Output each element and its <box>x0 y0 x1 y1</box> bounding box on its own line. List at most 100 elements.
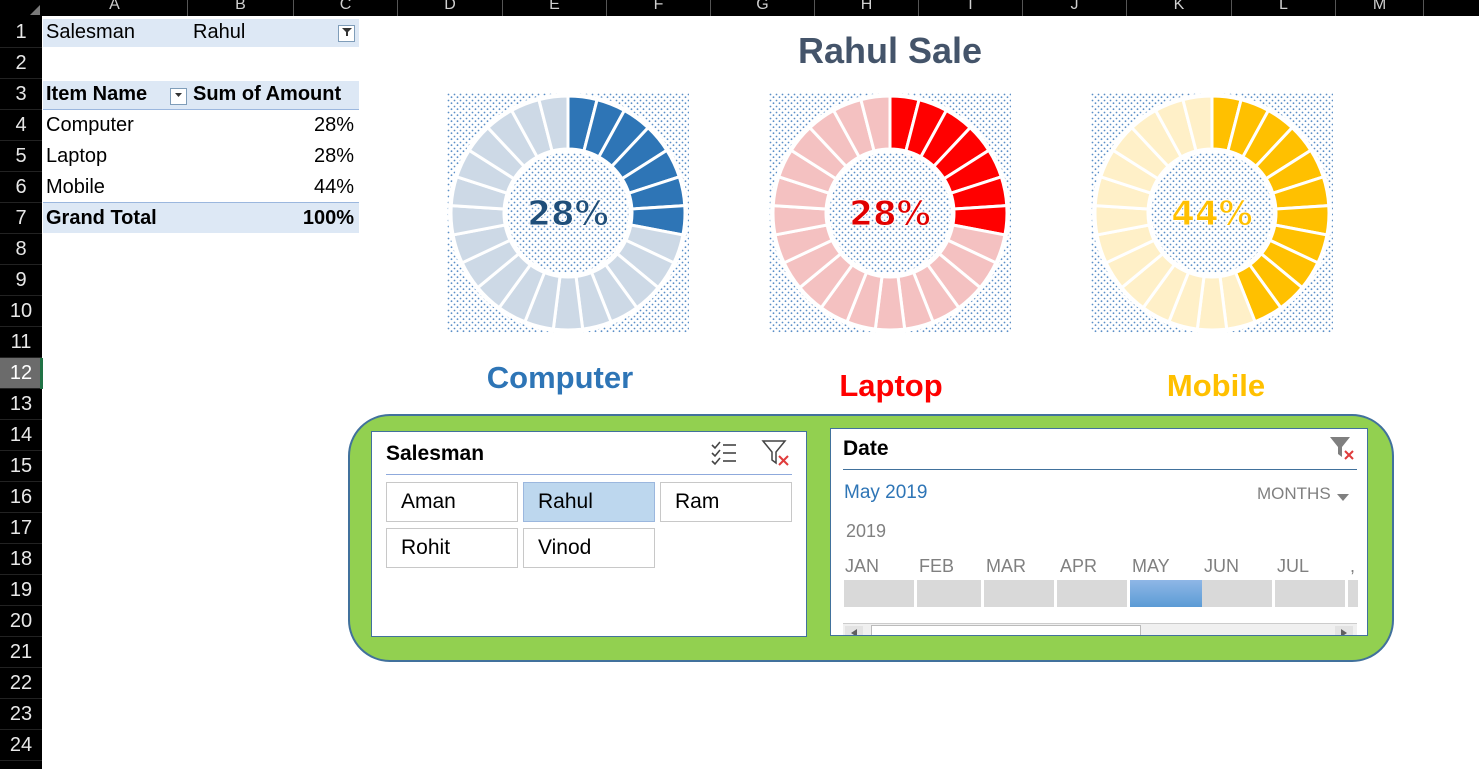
column-header-i[interactable]: I <box>919 0 1023 16</box>
timeline-bar[interactable] <box>984 580 1054 607</box>
select-all-corner[interactable] <box>0 0 42 16</box>
column-header-m[interactable]: M <box>1336 0 1424 16</box>
row-header-24[interactable]: 24 <box>0 730 42 761</box>
chart-label-laptop: Laptop <box>839 368 943 403</box>
timeline-level[interactable]: MONTHS <box>1257 484 1331 504</box>
column-header-d[interactable]: D <box>398 0 503 16</box>
donut-chart-computer[interactable]: 28% <box>447 93 689 333</box>
row-header-23[interactable]: 23 <box>0 699 42 730</box>
chart-label-mobile: Mobile <box>1166 368 1266 403</box>
timeline-selection: May 2019 <box>844 482 928 503</box>
pivot-row-value: 44% <box>313 176 354 198</box>
timeline-month-label: MAR <box>986 556 1026 576</box>
timeline-month-label-cut: , <box>1350 556 1356 576</box>
timeline-month-label: MAY <box>1132 556 1170 576</box>
row-header-20[interactable]: 20 <box>0 606 42 637</box>
timeline-bar[interactable] <box>1057 580 1127 607</box>
pivot-total-value: 100% <box>302 207 354 229</box>
slicer-header: Salesman <box>386 442 485 465</box>
clear-filter-icon[interactable] <box>761 439 791 472</box>
row-header-12[interactable]: 12 <box>0 358 42 389</box>
date-timeline[interactable]: Date May 2019 MONTHS 2019 JAN FEB MAR AP… <box>830 428 1368 636</box>
timeline-header: Date <box>843 437 889 460</box>
column-header-e[interactable]: E <box>503 0 607 16</box>
chart-label-computer: Computer <box>486 360 634 395</box>
timeline-month-label: JUN <box>1204 556 1239 576</box>
timeline-month-label: APR <box>1060 556 1098 576</box>
column-header-l[interactable]: L <box>1232 0 1336 16</box>
pivot-header-rule <box>43 109 359 110</box>
timeline-bar[interactable] <box>1275 580 1345 607</box>
scroll-left-icon[interactable] <box>845 626 863 635</box>
pivot-row-value: 28% <box>313 114 354 136</box>
chart-percent-label: 28% <box>849 194 930 234</box>
slicer-item[interactable]: Aman <box>386 482 518 522</box>
timeline-month-label: FEB <box>919 556 955 576</box>
slicer-item[interactable]: Vinod <box>523 528 655 568</box>
donut-chart-laptop[interactable]: 28% <box>769 93 1011 333</box>
row-header-18[interactable]: 18 <box>0 544 42 575</box>
timeline-bar[interactable] <box>1348 580 1358 607</box>
row-header-4[interactable]: 4 <box>0 110 42 141</box>
pivot-filter-label: Salesman <box>46 21 135 43</box>
pivot-row-item: Mobile <box>46 176 105 198</box>
pivot-header-item: Item Name <box>46 83 148 105</box>
row-header-7[interactable]: 7 <box>0 203 42 234</box>
row-header-16[interactable]: 16 <box>0 482 42 513</box>
slicer-item[interactable]: Rohit <box>386 528 518 568</box>
row-header-1[interactable]: 1 <box>0 17 42 48</box>
timeline-scrollbar[interactable] <box>843 623 1357 635</box>
row-header-21[interactable]: 21 <box>0 637 42 668</box>
column-header-f[interactable]: F <box>607 0 711 16</box>
column-header-g[interactable]: G <box>711 0 815 16</box>
column-header-c[interactable]: C <box>294 0 398 16</box>
multi-select-icon[interactable] <box>710 440 738 471</box>
selected-row-indicator <box>40 358 43 389</box>
donut-chart-mobile[interactable]: 44% <box>1091 93 1333 333</box>
pivot-row-item: Computer <box>46 114 134 136</box>
chevron-down-icon[interactable] <box>1337 489 1349 507</box>
column-header-j[interactable]: J <box>1023 0 1127 16</box>
timeline-bar[interactable] <box>917 580 981 607</box>
dashboard-title: Rahul Sale <box>797 30 983 71</box>
timeline-month-label: JAN <box>845 556 880 576</box>
row-header-9[interactable]: 9 <box>0 265 42 296</box>
row-header-6[interactable]: 6 <box>0 172 42 203</box>
row-header-14[interactable]: 14 <box>0 420 42 451</box>
row-header-5[interactable]: 5 <box>0 141 42 172</box>
column-header-h[interactable]: H <box>815 0 919 16</box>
slicer-item[interactable]: Ram <box>660 482 792 522</box>
timeline-rule <box>843 469 1357 470</box>
row-header-2[interactable]: 2 <box>0 48 42 79</box>
pivot-total-label: Grand Total <box>46 207 157 229</box>
timeline-bar[interactable] <box>1202 580 1272 607</box>
pivot-header-sum: Sum of Amount <box>193 83 342 105</box>
timeline-year: 2019 <box>846 521 887 541</box>
filter-funnel-icon[interactable] <box>338 25 355 42</box>
column-header-a[interactable]: A <box>42 0 188 16</box>
column-header-b[interactable]: B <box>188 0 294 16</box>
row-header-13[interactable]: 13 <box>0 389 42 420</box>
chevron-down-icon[interactable] <box>170 88 187 105</box>
row-header-22[interactable]: 22 <box>0 668 42 699</box>
pivot-filter-value[interactable]: Rahul <box>193 21 245 44</box>
timeline-month-label: JUL <box>1277 556 1310 576</box>
pivot-row-item: Laptop <box>46 145 108 167</box>
scroll-right-icon[interactable] <box>1335 626 1353 635</box>
clear-filter-icon[interactable] <box>1328 435 1356 468</box>
row-header-17[interactable]: 17 <box>0 513 42 544</box>
row-header-8[interactable]: 8 <box>0 234 42 265</box>
timeline-bar[interactable] <box>844 580 914 607</box>
row-header-15[interactable]: 15 <box>0 451 42 482</box>
chart-percent-label: 28% <box>527 194 608 234</box>
timeline-bar-selected[interactable] <box>1130 580 1202 607</box>
slicer-item-selected[interactable]: Rahul <box>523 482 655 522</box>
row-header-3[interactable]: 3 <box>0 79 42 110</box>
column-header-k[interactable]: K <box>1127 0 1232 16</box>
row-header-11[interactable]: 11 <box>0 327 42 358</box>
row-header-10[interactable]: 10 <box>0 296 42 327</box>
row-header-19[interactable]: 19 <box>0 575 42 606</box>
salesman-slicer[interactable]: Salesman Aman Rahul Ram Rohit Vinod <box>371 431 807 637</box>
pivot-row-value: 28% <box>313 145 354 167</box>
scroll-thumb[interactable] <box>871 625 1141 635</box>
